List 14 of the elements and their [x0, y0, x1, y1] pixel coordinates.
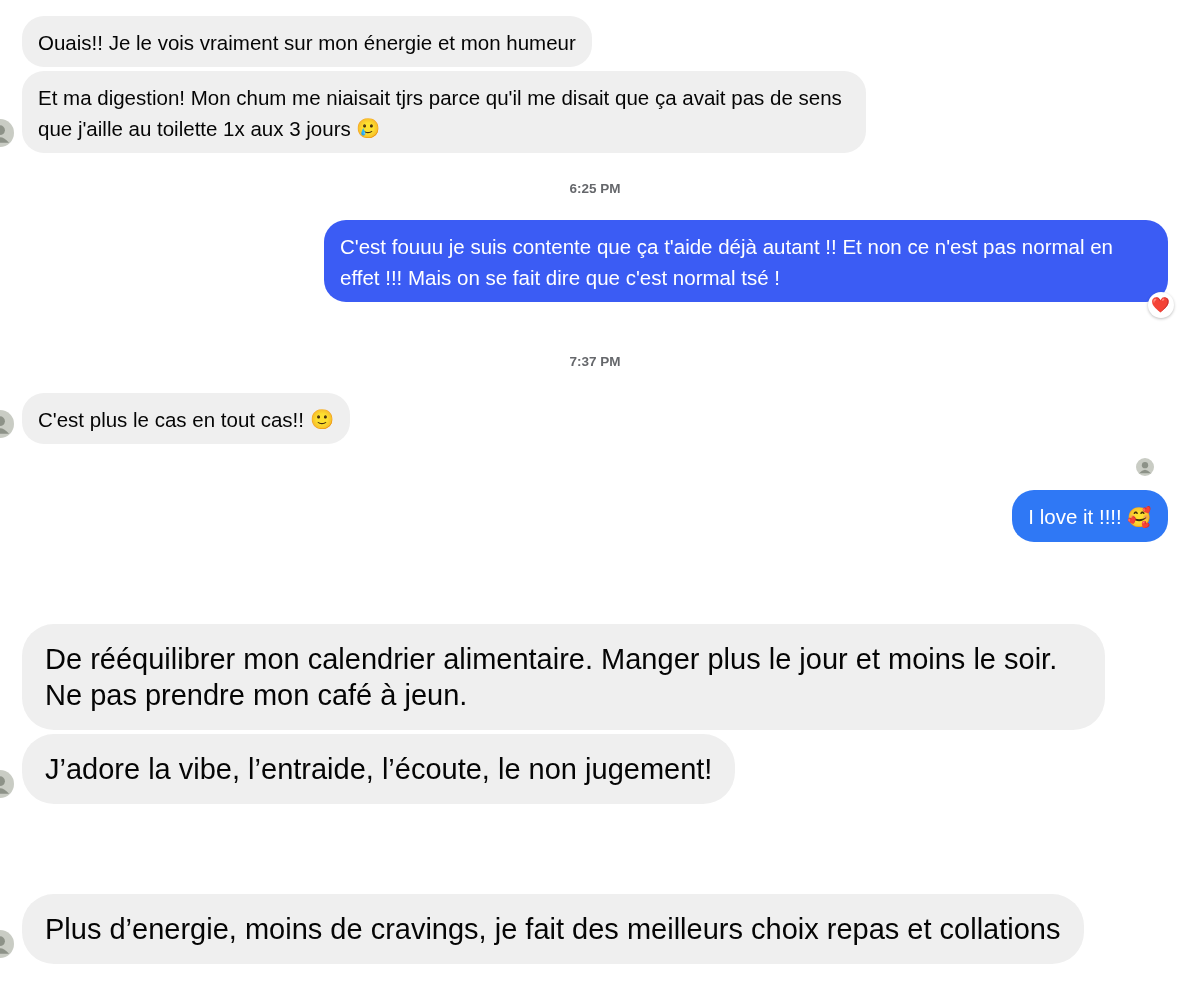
message-bubble: I love it !!!! 🥰	[1012, 490, 1168, 542]
timestamp: 7:37 PM	[569, 354, 621, 370]
reaction-badge: ❤	[1148, 292, 1174, 319]
message-bubble: C'est plus le cas en tout cas!! 🙂	[22, 393, 351, 445]
message-bubble: Et ma digestion! Mon chum me niaisait tjrs parce qu'il me disait que ça avait pas de sens que j'aille au toilette 1x aux 3 jours 🥲	[22, 71, 866, 154]
emoji: 🥰	[1127, 505, 1152, 529]
timestamp: 6:25 PM	[569, 181, 621, 197]
avatar-icon	[1136, 458, 1154, 477]
message-bubble: Ouais!! Je le vois vraiment sur mon énergie et mon humeur	[22, 16, 592, 68]
emoji: 🙂	[310, 408, 335, 432]
message-bubble: De rééquilibrer mon calendrier alimentaire. Manger plus le jour et moins le soir. Ne pas prendre mon café à jeun.	[22, 623, 1105, 731]
message-bubble: Plus d’energie, moins de cravings, je fait des meilleurs choix repas et collations	[22, 894, 1084, 964]
message-bubble: J’adore la vibe, l’entraide, l’écoute, le non jugement!	[22, 734, 736, 805]
emoji: 🥲	[356, 117, 381, 141]
